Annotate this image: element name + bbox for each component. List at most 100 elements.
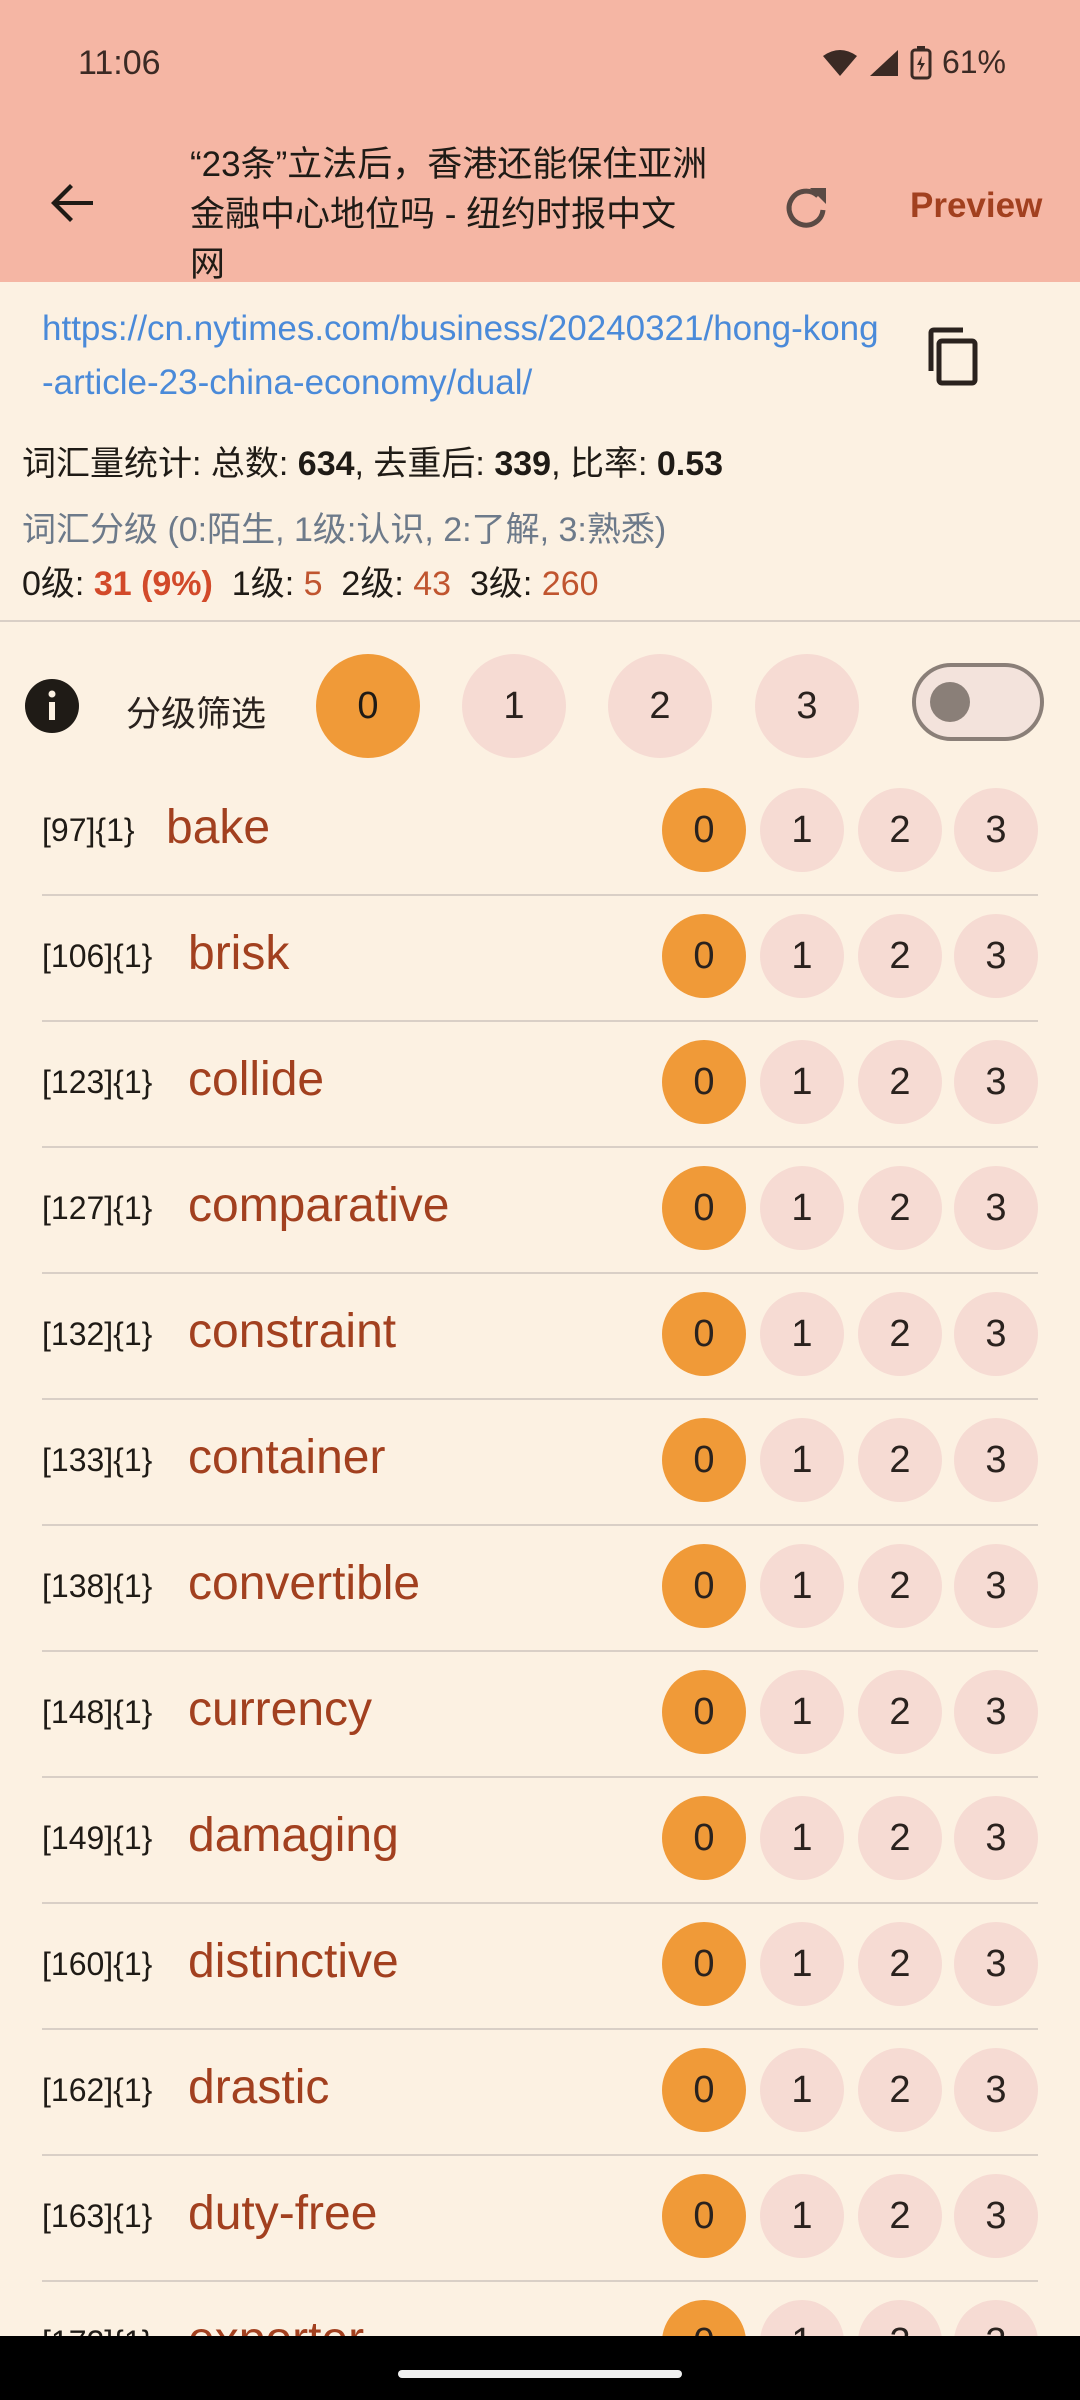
level1-label: 1级: <box>231 565 304 603</box>
word-row[interactable]: [162]{1} drastic 0 1 2 3 <box>42 2030 1038 2156</box>
word-row[interactable]: [148]{1} currency 0 1 2 3 <box>42 1652 1038 1778</box>
level-button-1[interactable]: 1 <box>760 788 844 872</box>
level-button-0[interactable]: 0 <box>662 1166 746 1250</box>
back-button[interactable] <box>40 170 106 236</box>
preview-button[interactable]: Preview <box>910 186 1042 226</box>
level-button-0[interactable]: 0 <box>662 2174 746 2258</box>
level-button-1[interactable]: 1 <box>760 2300 844 2336</box>
word-row[interactable]: [123]{1} collide 0 1 2 3 <box>42 1022 1038 1148</box>
level-button-1[interactable]: 1 <box>760 1796 844 1880</box>
word-text[interactable]: drastic <box>188 2060 329 2115</box>
level-button-1[interactable]: 1 <box>760 2048 844 2132</box>
level-button-0[interactable]: 0 <box>662 2048 746 2132</box>
word-text[interactable]: constraint <box>188 1304 396 1359</box>
level2-count: 43 <box>413 565 452 603</box>
level-button-3[interactable]: 3 <box>954 914 1038 998</box>
level-button-0[interactable]: 0 <box>662 1040 746 1124</box>
level-button-3[interactable]: 3 <box>954 1796 1038 1880</box>
level-button-2[interactable]: 2 <box>858 1166 942 1250</box>
article-url-link[interactable]: https://cn.nytimes.com/business/20240321… <box>42 302 882 410</box>
level-button-0[interactable]: 0 <box>662 1670 746 1754</box>
level-button-3[interactable]: 3 <box>954 1544 1038 1628</box>
info-icon[interactable] <box>24 678 80 734</box>
level-button-2[interactable]: 2 <box>858 1670 942 1754</box>
level-button-2[interactable]: 2 <box>858 2300 942 2336</box>
level-button-3[interactable]: 3 <box>954 1922 1038 2006</box>
level-button-2[interactable]: 2 <box>858 1292 942 1376</box>
level-button-1[interactable]: 1 <box>760 1040 844 1124</box>
level-button-1[interactable]: 1 <box>760 1544 844 1628</box>
filter-chip-2[interactable]: 2 <box>608 654 712 758</box>
copy-button[interactable] <box>918 322 988 392</box>
page-title: “23条”立法后，香港还能保住亚洲金融中心地位吗 - 纽约时报中文网 <box>190 145 708 284</box>
word-text[interactable]: damaging <box>188 1808 399 1863</box>
level-button-2[interactable]: 2 <box>858 1796 942 1880</box>
word-text[interactable]: exporter <box>188 2312 364 2336</box>
level-button-0[interactable]: 0 <box>662 788 746 872</box>
level-button-3[interactable]: 3 <box>954 2174 1038 2258</box>
level-button-3[interactable]: 3 <box>954 2048 1038 2132</box>
level-button-2[interactable]: 2 <box>858 1040 942 1124</box>
word-row[interactable]: [160]{1} distinctive 0 1 2 3 <box>42 1904 1038 2030</box>
level-button-0[interactable]: 0 <box>662 914 746 998</box>
word-text[interactable]: bake <box>166 800 270 855</box>
word-text[interactable]: brisk <box>188 926 289 981</box>
level-button-3[interactable]: 3 <box>954 1166 1038 1250</box>
word-row[interactable]: [172]{1} exporter 0123 <box>42 2282 1038 2336</box>
word-text[interactable]: currency <box>188 1682 372 1737</box>
level-button-2[interactable]: 2 <box>858 1544 942 1628</box>
back-arrow-icon <box>51 184 93 222</box>
word-row[interactable]: [97]{1} bake 0 1 2 3 <box>42 770 1038 896</box>
level-button-2[interactable]: 2 <box>858 2174 942 2258</box>
level-button-2[interactable]: 2 <box>858 1922 942 2006</box>
word-row[interactable]: [127]{1} comparative 0 1 2 3 <box>42 1148 1038 1274</box>
status-icons: 61% <box>822 44 1006 81</box>
level-button-2[interactable]: 2 <box>858 1418 942 1502</box>
word-row[interactable]: [138]{1} convertible 0 1 2 3 <box>42 1526 1038 1652</box>
level-button-3[interactable]: 3 <box>954 1670 1038 1754</box>
level-button-3[interactable]: 3 <box>954 1040 1038 1124</box>
filter-toggle[interactable] <box>912 663 1044 741</box>
filter-chip-0[interactable]: 0 <box>316 654 420 758</box>
level-button-2[interactable]: 2 <box>858 914 942 998</box>
word-text[interactable]: distinctive <box>188 1934 399 1989</box>
level-button-0[interactable]: 0 <box>662 1544 746 1628</box>
word-row[interactable]: [133]{1} container 0 1 2 3 <box>42 1400 1038 1526</box>
level-button-3[interactable]: 3 <box>954 1292 1038 1376</box>
level-button-0[interactable]: 0 <box>662 1922 746 2006</box>
level-button-0[interactable]: 0 <box>662 1796 746 1880</box>
word-text[interactable]: comparative <box>188 1178 449 1233</box>
level-button-1[interactable]: 1 <box>760 914 844 998</box>
stats-ratio-label: , 比率: <box>551 445 657 483</box>
level-button-1[interactable]: 1 <box>760 1166 844 1250</box>
word-row[interactable]: [149]{1} damaging 0 1 2 3 <box>42 1778 1038 1904</box>
word-index-meta: [132]{1} <box>42 1316 153 1352</box>
level-button-3[interactable]: 3 <box>954 788 1038 872</box>
refresh-icon <box>786 188 826 228</box>
level-button-1[interactable]: 1 <box>760 1670 844 1754</box>
word-row[interactable]: [163]{1} duty-free 0 1 2 3 <box>42 2156 1038 2282</box>
filter-chip-3[interactable]: 3 <box>755 654 859 758</box>
level-button-0[interactable]: 0 <box>662 1418 746 1502</box>
level-button-3[interactable]: 3 <box>954 1418 1038 1502</box>
word-row[interactable]: [106]{1} brisk 0 1 2 3 <box>42 896 1038 1022</box>
level3-label: 3级: <box>469 565 542 603</box>
level-button-2[interactable]: 2 <box>858 2048 942 2132</box>
word-row[interactable]: [132]{1} constraint 0 1 2 3 <box>42 1274 1038 1400</box>
level-button-1[interactable]: 1 <box>760 1292 844 1376</box>
word-index-meta: [160]{1} <box>42 1946 153 1982</box>
level-button-0[interactable]: 0 <box>662 1292 746 1376</box>
level-button-1[interactable]: 1 <box>760 1922 844 2006</box>
level-button-0[interactable]: 0 <box>662 2300 746 2336</box>
level-button-2[interactable]: 2 <box>858 788 942 872</box>
level-button-1[interactable]: 1 <box>760 2174 844 2258</box>
filter-chip-1[interactable]: 1 <box>462 654 566 758</box>
level-button-3[interactable]: 3 <box>954 2300 1038 2336</box>
level-button-1[interactable]: 1 <box>760 1418 844 1502</box>
home-gesture-bar[interactable] <box>398 2370 682 2378</box>
word-text[interactable]: collide <box>188 1052 324 1107</box>
word-text[interactable]: container <box>188 1430 385 1485</box>
word-text[interactable]: duty-free <box>188 2186 377 2241</box>
refresh-button[interactable] <box>774 176 838 240</box>
word-text[interactable]: convertible <box>188 1556 420 1611</box>
